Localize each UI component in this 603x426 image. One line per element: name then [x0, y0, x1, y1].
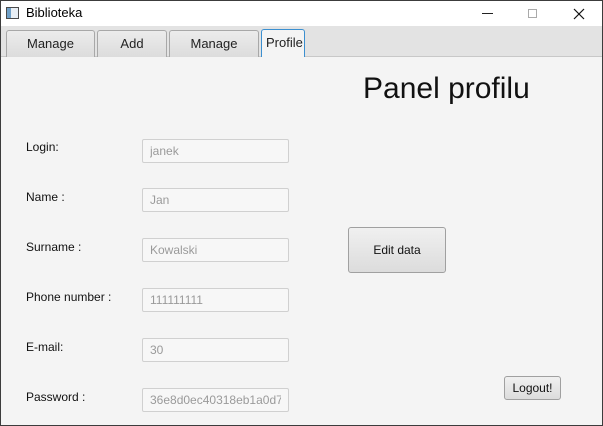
logout-button[interactable]: Logout!	[504, 376, 561, 400]
window-icon	[6, 7, 19, 19]
login-label: Login:	[26, 140, 59, 154]
login-field[interactable]	[142, 139, 289, 163]
email-field[interactable]	[142, 338, 289, 362]
minimize-icon	[482, 13, 493, 14]
name-field[interactable]	[142, 188, 289, 212]
close-icon	[573, 8, 584, 19]
phone-field[interactable]	[142, 288, 289, 312]
edit-data-button[interactable]: Edit data	[348, 227, 446, 273]
close-button[interactable]	[556, 1, 601, 26]
tab-profile[interactable]: Profile	[261, 29, 305, 57]
minimize-button[interactable]	[465, 1, 510, 26]
tab-add-orders[interactable]: Add orders	[97, 30, 167, 76]
profile-panel: Panel profilu Login: Name : Surname : Ph…	[1, 57, 602, 425]
title-bar[interactable]: Biblioteka	[1, 1, 602, 26]
password-label: Password :	[26, 390, 86, 404]
app-window: Biblioteka Manage books Add orders Manag…	[0, 0, 603, 426]
phone-label: Phone number :	[26, 290, 112, 304]
email-label: E-mail:	[26, 340, 64, 354]
surname-field[interactable]	[142, 238, 289, 262]
window-title: Biblioteka	[26, 5, 83, 20]
maximize-button[interactable]	[510, 1, 555, 26]
password-field[interactable]	[142, 388, 289, 412]
name-label: Name :	[26, 190, 65, 204]
surname-label: Surname :	[26, 240, 82, 254]
page-title: Panel profilu	[363, 72, 530, 105]
tab-bar: Manage books Add orders Manage orders Pr…	[1, 26, 602, 76]
tab-manage-orders[interactable]: Manage orders	[169, 30, 259, 76]
tab-manage-books[interactable]: Manage books	[6, 30, 95, 76]
maximize-icon	[528, 9, 537, 18]
